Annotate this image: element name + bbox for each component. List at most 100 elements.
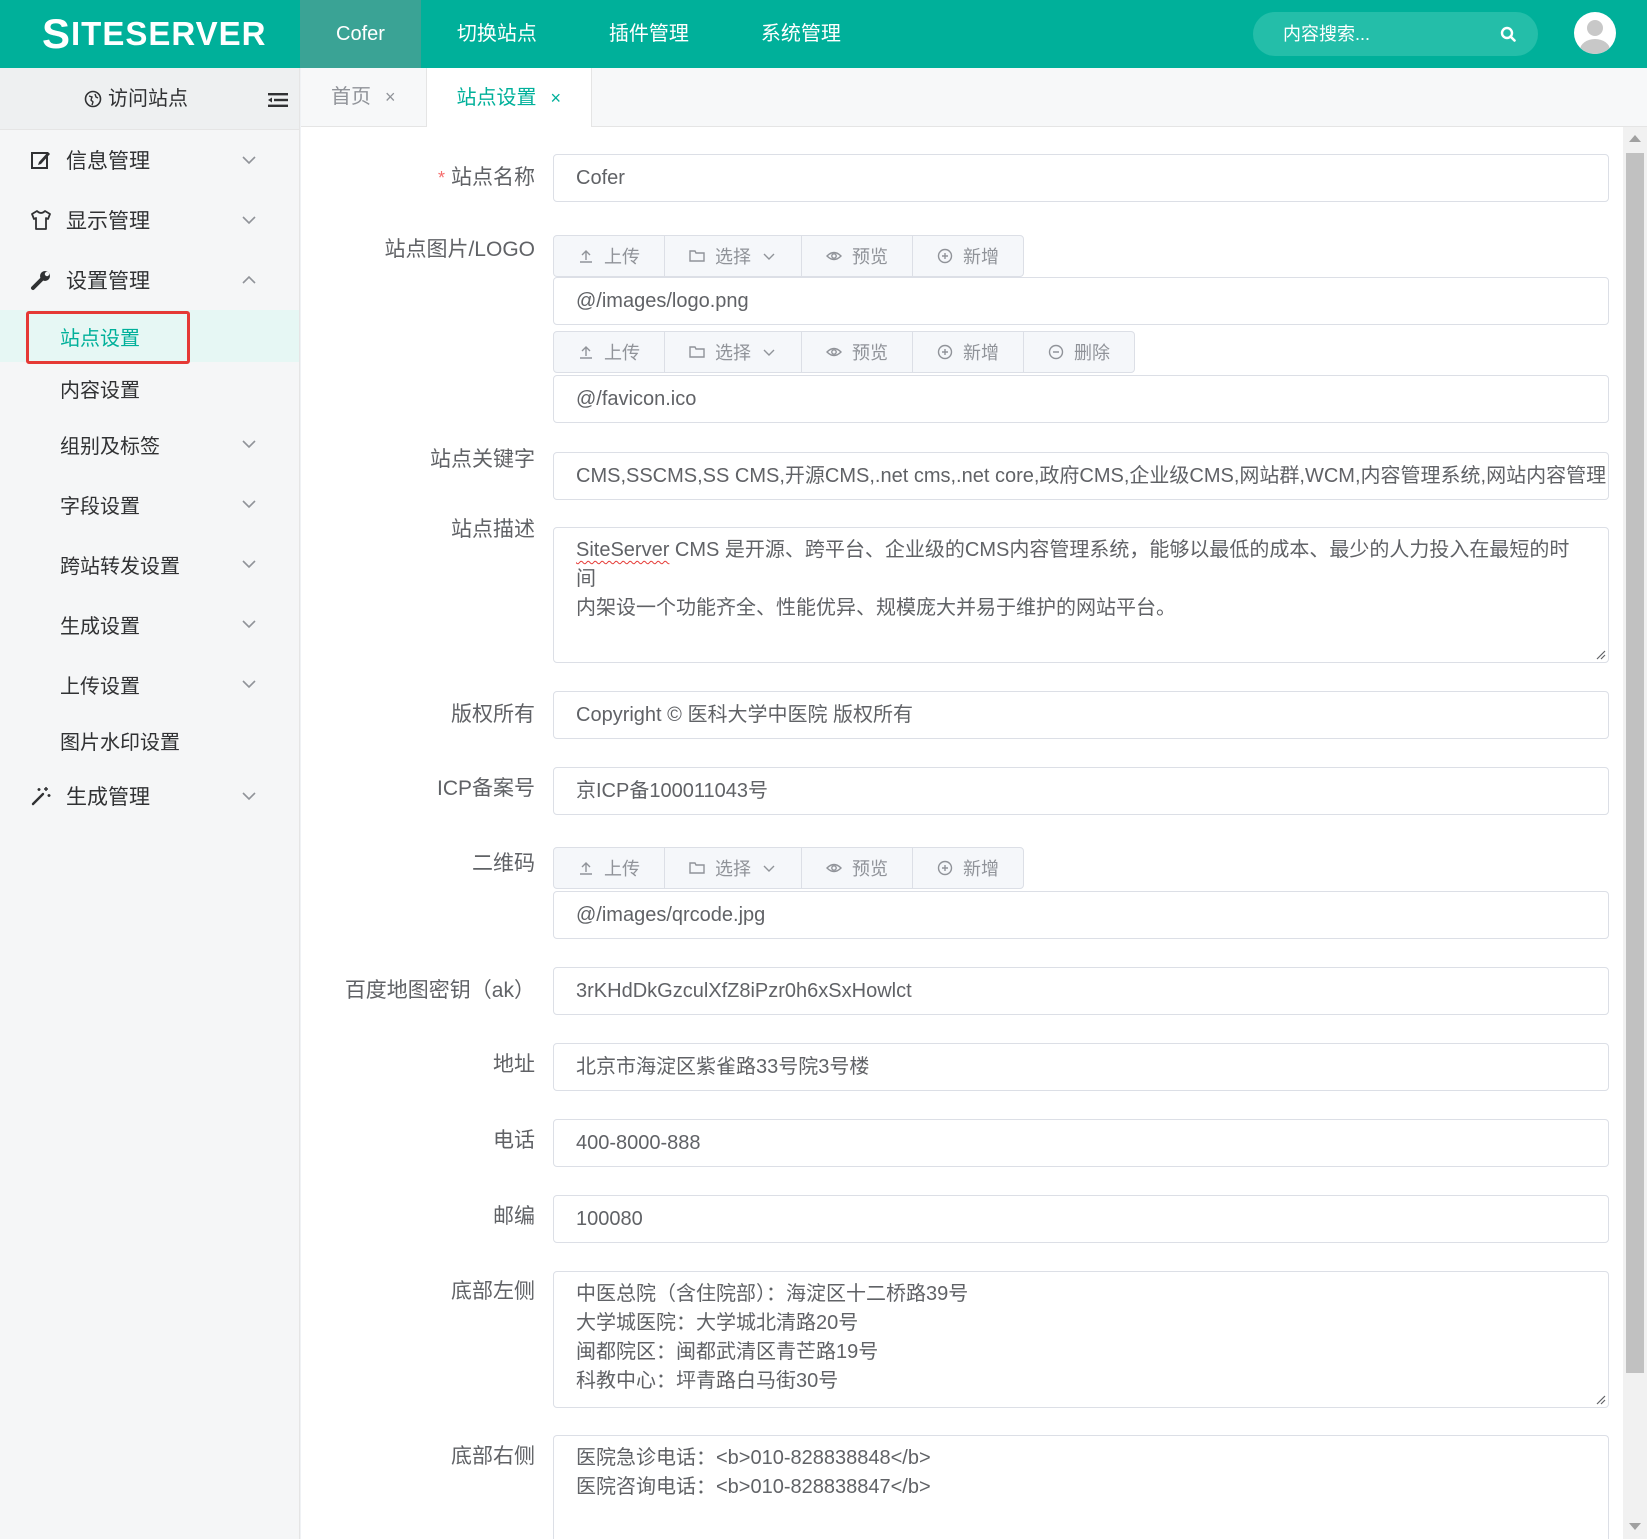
footer-right-line: 医院咨询电话：<b>010-828838847</b> bbox=[576, 1476, 931, 1498]
visit-site-link[interactable]: 访问站点 bbox=[84, 68, 188, 130]
preview-button[interactable]: 预览 bbox=[802, 236, 913, 276]
tab-home[interactable]: 首页 × bbox=[301, 68, 427, 127]
sub-content-settings[interactable]: 内容设置 bbox=[0, 362, 299, 414]
chevron-down-icon bbox=[242, 560, 256, 569]
upload-button[interactable]: 上传 bbox=[554, 332, 665, 372]
select-button[interactable]: 选择 bbox=[665, 332, 802, 372]
chevron-down-icon bbox=[242, 620, 256, 629]
scroll-thumb[interactable] bbox=[1626, 153, 1644, 1373]
add-button[interactable]: 新增 bbox=[913, 236, 1023, 276]
nav-site-cofer[interactable]: Cofer bbox=[300, 0, 421, 68]
keywords-input[interactable]: CMS,SSCMS,SS CMS,开源CMS,.net cms,.net cor… bbox=[553, 452, 1609, 500]
menu-label: 设置管理 bbox=[66, 270, 150, 293]
logo-initial: S bbox=[42, 10, 72, 57]
eye-icon bbox=[826, 251, 842, 261]
footer-right-textarea[interactable]: 医院急诊电话：<b>010-828838848</b> 医院咨询电话：<b>01… bbox=[553, 1435, 1609, 1539]
phone-input[interactable]: 400-8000-888 bbox=[553, 1119, 1609, 1167]
folder-icon bbox=[689, 346, 705, 358]
preview-button[interactable]: 预览 bbox=[802, 332, 913, 372]
chevron-down-icon bbox=[763, 253, 775, 260]
menu-label: 生成管理 bbox=[66, 786, 150, 809]
site-name-input[interactable]: Cofer bbox=[553, 154, 1609, 202]
delete-button[interactable]: 删除 bbox=[1024, 332, 1134, 372]
tab-site-settings[interactable]: 站点设置 × bbox=[426, 68, 593, 128]
sub-label: 内容设置 bbox=[60, 379, 140, 402]
menu-display-management[interactable]: 显示管理 bbox=[0, 190, 299, 250]
content-search-input[interactable]: 内容搜索... bbox=[1253, 12, 1538, 56]
search-icon[interactable] bbox=[1500, 26, 1516, 42]
folder-icon bbox=[689, 862, 705, 874]
upload-button[interactable]: 上传 bbox=[554, 848, 665, 888]
chevron-down-icon bbox=[763, 865, 775, 872]
copyright-input[interactable]: Copyright © 医科大学中医院 版权所有 bbox=[553, 691, 1609, 739]
scroll-up-icon[interactable] bbox=[1629, 135, 1641, 142]
chevron-down-icon bbox=[242, 680, 256, 689]
description-text: CMS 是开源、跨平台、企业级的CMS内容管理系统，能够以最低的成本、最少的人力… bbox=[576, 539, 1570, 590]
baidu-ak-input[interactable]: 3rKHdDkGzculXfZ8iPzr0h6xSxHowlct bbox=[553, 967, 1609, 1015]
scroll-down-icon[interactable] bbox=[1629, 1523, 1641, 1530]
add-button[interactable]: 新增 bbox=[913, 332, 1024, 372]
description-textarea[interactable]: SiteServer CMS 是开源、跨平台、企业级的CMS内容管理系统，能够以… bbox=[553, 527, 1609, 663]
button-label: 选择 bbox=[715, 343, 751, 363]
chevron-down-icon bbox=[242, 156, 256, 165]
select-button[interactable]: 选择 bbox=[665, 848, 802, 888]
logo-button-group: 上传 选择 预览 新增 bbox=[553, 235, 1024, 277]
icp-input[interactable]: 京ICP备100011043号 bbox=[553, 767, 1609, 815]
menu-collapse-icon[interactable] bbox=[268, 92, 288, 108]
baidu-ak-label: 百度地图密钥（ak） bbox=[344, 979, 535, 1002]
close-icon[interactable]: × bbox=[551, 69, 562, 128]
description-line-2: 内架设一个功能齐全、性能优异、规模庞大并易于维护的网站平台。 bbox=[576, 597, 1176, 619]
preview-button[interactable]: 预览 bbox=[802, 848, 913, 888]
sub-field-settings[interactable]: 字段设置 bbox=[0, 474, 299, 534]
sub-site-settings[interactable]: 站点设置 bbox=[0, 310, 299, 362]
nav-plugins[interactable]: 插件管理 bbox=[573, 0, 725, 68]
footer-left-textarea[interactable]: 中医总院（含住院部）：海淀区十二桥路39号 大学城医院：大学城北清路20号 闽都… bbox=[553, 1271, 1609, 1408]
favicon-path-input[interactable]: @/favicon.ico bbox=[553, 375, 1609, 423]
chevron-down-icon bbox=[242, 216, 256, 225]
zipcode-input[interactable]: 100080 bbox=[553, 1195, 1609, 1243]
required-mark: * bbox=[437, 168, 445, 188]
footer-right-line: 医院急诊电话：<b>010-828838848</b> bbox=[576, 1447, 931, 1469]
button-label: 删除 bbox=[1074, 343, 1110, 363]
visit-site-label: 访问站点 bbox=[108, 88, 188, 110]
qrcode-path-input[interactable]: @/images/qrcode.jpg bbox=[553, 891, 1609, 939]
select-button[interactable]: 选择 bbox=[665, 236, 802, 276]
resize-handle-icon[interactable] bbox=[1594, 648, 1606, 660]
user-avatar-icon bbox=[1580, 20, 1610, 54]
sub-label: 图片水印设置 bbox=[60, 731, 180, 754]
sub-label: 站点设置 bbox=[60, 327, 140, 350]
content-scrollbar[interactable] bbox=[1623, 127, 1647, 1539]
sub-upload-settings[interactable]: 上传设置 bbox=[0, 654, 299, 714]
description-line-1: SiteServer CMS 是开源、跨平台、企业级的CMS内容管理系统，能够以… bbox=[576, 536, 1586, 594]
qrcode-label: 二维码 bbox=[472, 852, 535, 875]
logo-path-input[interactable]: @/images/logo.png bbox=[553, 277, 1609, 325]
zipcode-label: 邮编 bbox=[493, 1205, 535, 1228]
upload-button[interactable]: 上传 bbox=[554, 236, 665, 276]
nav-switch-site[interactable]: 切换站点 bbox=[421, 0, 573, 68]
plus-circle-icon bbox=[937, 344, 953, 360]
user-avatar[interactable] bbox=[1574, 12, 1616, 54]
siteserver-logo[interactable]: S ITESERVER bbox=[42, 10, 266, 57]
sub-generate-settings[interactable]: 生成设置 bbox=[0, 594, 299, 654]
sub-cross-site-settings[interactable]: 跨站转发设置 bbox=[0, 534, 299, 594]
sidebar: 访问站点 信息管理 显示管理 设置管理 站点设置 内容设置 组别及标签 字段设置… bbox=[0, 68, 300, 1539]
favicon-button-group: 上传 选择 预览 新增 删除 bbox=[553, 331, 1135, 373]
footer-left-line: 大学城医院：大学城北清路20号 bbox=[576, 1312, 859, 1334]
button-label: 预览 bbox=[852, 343, 888, 363]
add-button[interactable]: 新增 bbox=[913, 848, 1023, 888]
menu-settings-management[interactable]: 设置管理 bbox=[0, 250, 299, 310]
sub-label: 字段设置 bbox=[60, 495, 140, 518]
menu-generate-management[interactable]: 生成管理 bbox=[0, 766, 299, 826]
copyright-label: 版权所有 bbox=[451, 703, 535, 726]
upload-icon bbox=[580, 250, 592, 263]
close-icon[interactable]: × bbox=[385, 68, 396, 127]
chevron-down-icon bbox=[242, 500, 256, 509]
sub-watermark-settings[interactable]: 图片水印设置 bbox=[0, 714, 299, 766]
button-label: 选择 bbox=[715, 859, 751, 879]
address-input[interactable]: 北京市海淀区紫雀路33号院3号楼 bbox=[553, 1043, 1609, 1091]
nav-system[interactable]: 系统管理 bbox=[725, 0, 877, 68]
sub-groups-tags[interactable]: 组别及标签 bbox=[0, 414, 299, 474]
menu-info-management[interactable]: 信息管理 bbox=[0, 130, 299, 190]
resize-handle-icon[interactable] bbox=[1594, 1393, 1606, 1405]
button-label: 预览 bbox=[852, 247, 888, 267]
